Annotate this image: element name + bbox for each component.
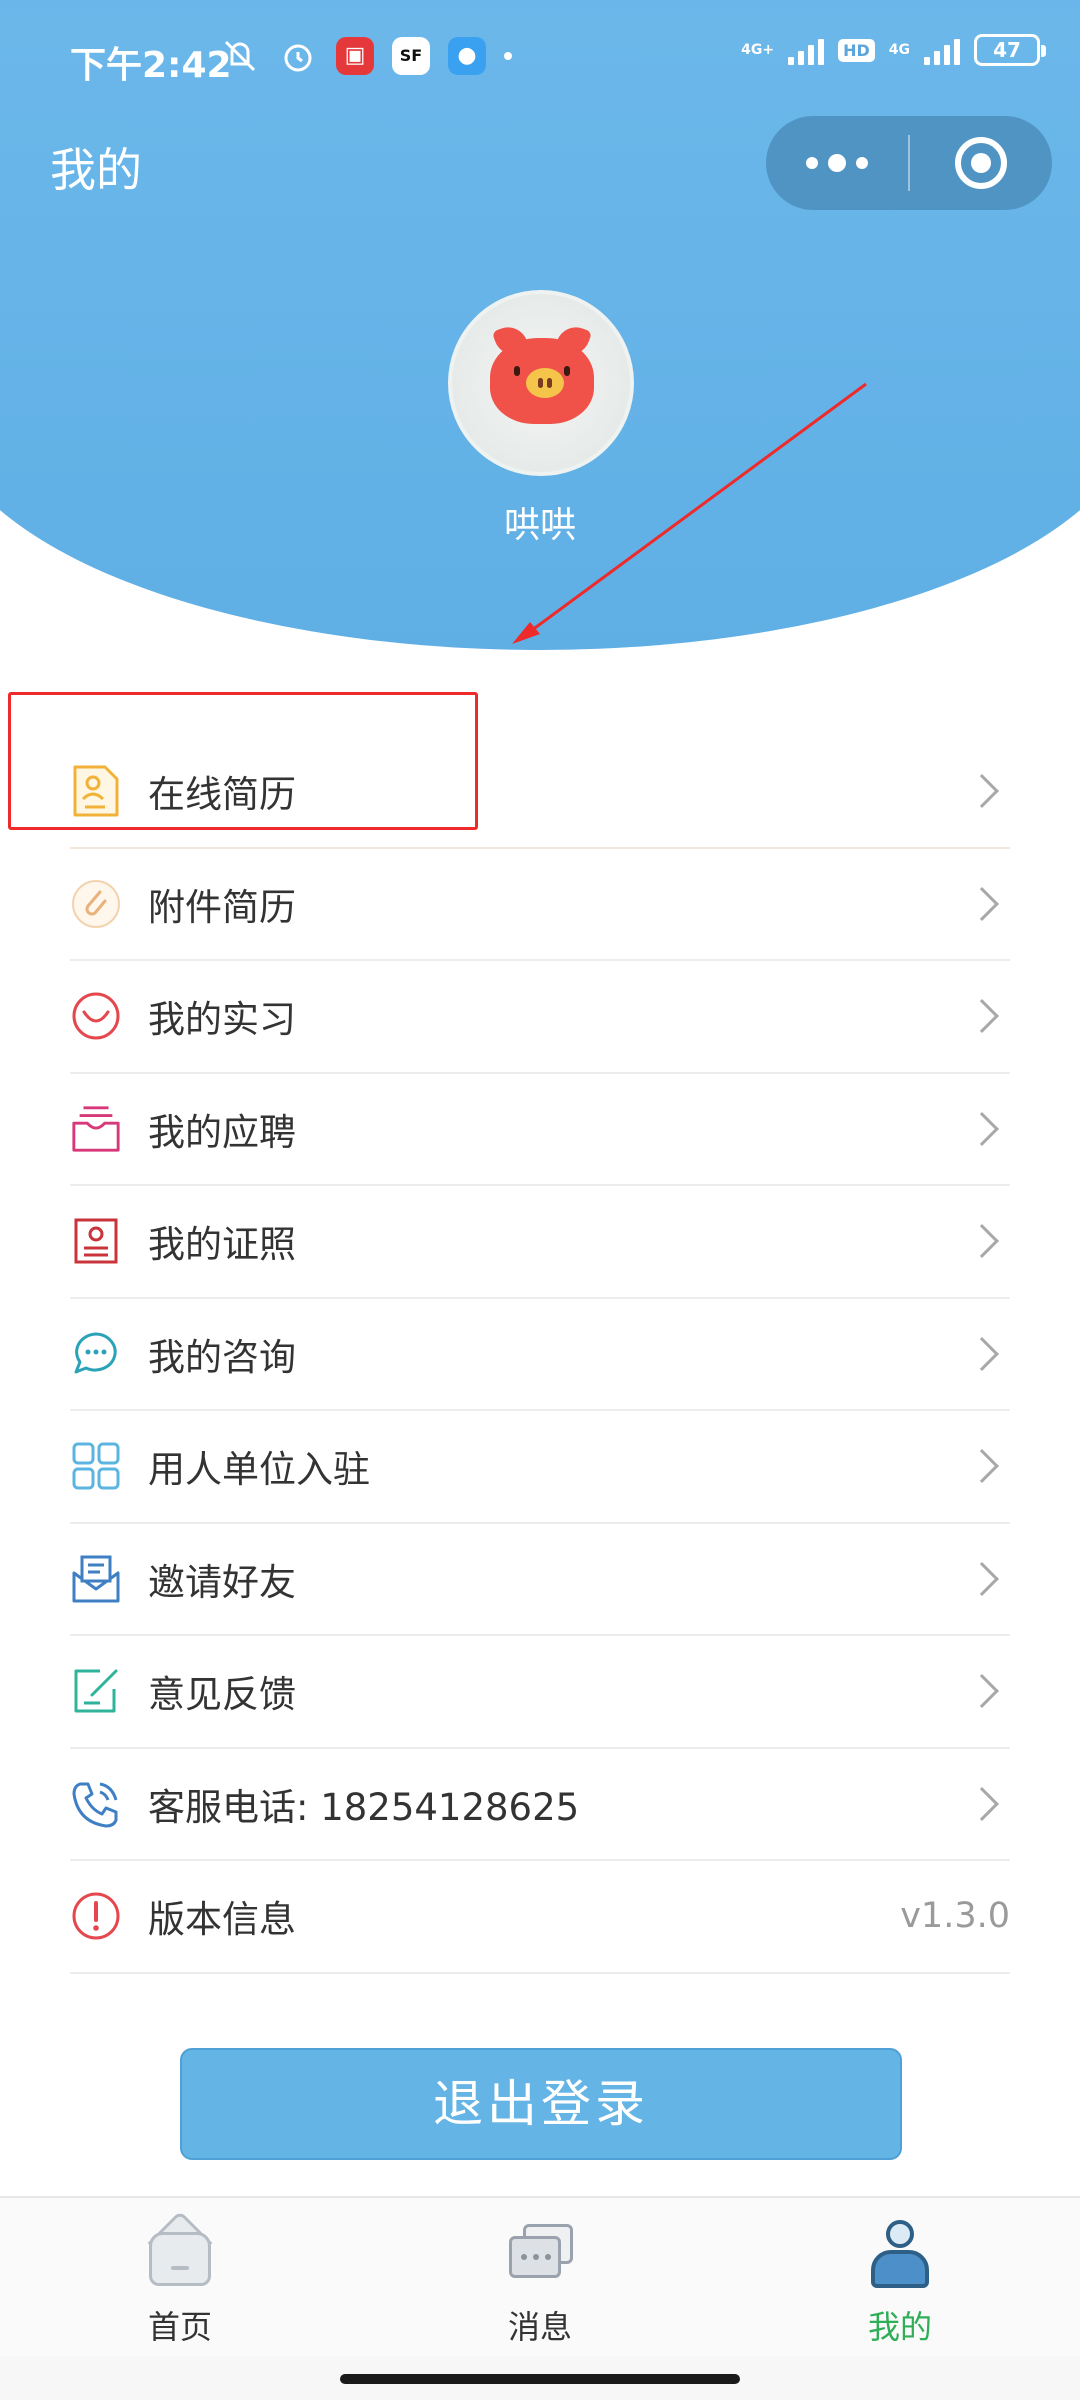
- username: 哄哄: [503, 505, 576, 546]
- menu-item-label: 用人单位入驻: [148, 1448, 370, 1492]
- menu-item-label: 我的应聘: [148, 1110, 296, 1154]
- tab-label: 我的: [867, 2308, 932, 2346]
- tab-label: 消息: [507, 2308, 572, 2346]
- status-time: 下午2:42: [70, 45, 232, 86]
- menu-item-my-consultations[interactable]: 我的咨询: [70, 1299, 1010, 1411]
- more-menu-button[interactable]: [766, 116, 908, 210]
- home-indicator[interactable]: [340, 2374, 740, 2384]
- menu-item-label: 我的咨询: [148, 1335, 296, 1379]
- menu-item-my-internship[interactable]: 我的实习: [70, 961, 1010, 1074]
- version-value: v1.3.0: [900, 1896, 1010, 1937]
- menu-list: 在线简历 附件简历 我的实习 我的应聘 我的证照 我的咨询 用人单位入驻 邀请好…: [70, 736, 1010, 1974]
- chevron-right-icon: [965, 1111, 999, 1146]
- menu-item-label: 我的证照: [148, 1223, 296, 1267]
- status-right: 4G+ HD 4G 47: [741, 34, 1046, 66]
- chevron-right-icon: [965, 999, 999, 1034]
- profile-icon: [865, 2220, 935, 2290]
- menu-item-label: 邀请好友: [148, 1560, 296, 1604]
- more-notifications-dot: [504, 52, 512, 60]
- menu-item-employer-registration[interactable]: 用人单位入驻: [70, 1411, 1010, 1524]
- menu-item-version-info[interactable]: 版本信息 v1.3.0: [70, 1861, 1010, 1974]
- target-icon: [955, 137, 1007, 189]
- menu-item-label: 客服电话: 18254128625: [148, 1785, 580, 1829]
- network-type-1: 4G+: [741, 42, 775, 58]
- sf-express-icon: SF: [392, 37, 430, 75]
- feedback-icon: [70, 1665, 122, 1717]
- internship-icon: [70, 990, 122, 1042]
- menu-item-attachment-resume[interactable]: 附件简历: [70, 849, 1010, 961]
- miniprogram-capsule: [766, 116, 1052, 210]
- phone-icon: [70, 1778, 122, 1830]
- home-icon: [145, 2210, 215, 2290]
- chevron-right-icon: [965, 1336, 999, 1371]
- mute-icon: [224, 40, 256, 72]
- alarm-icon: [284, 44, 312, 72]
- app-red-icon: ▣: [336, 37, 374, 75]
- consult-icon: [70, 1328, 122, 1380]
- chevron-right-icon: [965, 1449, 999, 1484]
- avatar[interactable]: [448, 290, 634, 476]
- chevron-right-icon: [965, 1786, 999, 1821]
- tab-profile[interactable]: 我的: [720, 2198, 1080, 2356]
- attachment-icon: [70, 878, 122, 930]
- signal-icon: [788, 35, 825, 65]
- info-icon: [70, 1890, 122, 1942]
- menu-item-my-certificates[interactable]: 我的证照: [70, 1186, 1010, 1299]
- menu-item-label: 意见反馈: [148, 1673, 296, 1717]
- menu-item-label: 附件简历: [148, 885, 296, 929]
- close-miniprogram-button[interactable]: [910, 116, 1052, 210]
- menu-item-label: 版本信息: [148, 1898, 296, 1942]
- annotation-highlight-box: [8, 692, 478, 830]
- logout-button[interactable]: 退出登录: [180, 2048, 902, 2160]
- menu-item-customer-service-phone[interactable]: 客服电话: 18254128625: [70, 1749, 1010, 1861]
- chevron-right-icon: [965, 1561, 999, 1596]
- application-icon: [70, 1103, 122, 1155]
- network-type-2: 4G: [888, 42, 910, 58]
- more-dot-icon: [806, 157, 818, 169]
- certificate-icon: [70, 1215, 122, 1267]
- menu-item-feedback[interactable]: 意见反馈: [70, 1636, 1010, 1749]
- tab-label: 首页: [147, 2308, 212, 2346]
- menu-item-my-applications[interactable]: 我的应聘: [70, 1074, 1010, 1186]
- chevron-right-icon: [965, 774, 999, 809]
- chevron-right-icon: [965, 1224, 999, 1259]
- employer-icon: [70, 1440, 122, 1492]
- signal-icon-2: [924, 35, 960, 65]
- status-icons: ▣ SF ●: [220, 36, 512, 76]
- message-icon: [505, 2220, 575, 2290]
- invite-icon: [70, 1553, 122, 1605]
- app-blue-icon: ●: [448, 37, 486, 75]
- tab-home[interactable]: 首页: [0, 2198, 360, 2356]
- profile-header: 下午2:42 ▣ SF ● 4G+ HD 4G 47 我的 哄哄: [0, 0, 1080, 660]
- status-bar: 下午2:42 ▣ SF ● 4G+ HD 4G 47: [0, 0, 1080, 118]
- pig-avatar-image: [490, 321, 594, 424]
- more-dot-icon: [828, 154, 846, 172]
- menu-item-invite-friends[interactable]: 邀请好友: [70, 1524, 1010, 1636]
- chevron-right-icon: [965, 1674, 999, 1709]
- bottom-tab-bar: 首页 消息 我的: [0, 2196, 1080, 2356]
- chevron-right-icon: [965, 886, 999, 921]
- more-dot-icon: [856, 157, 868, 169]
- menu-item-label: 我的实习: [148, 998, 296, 1042]
- hd-badge: HD: [838, 38, 875, 62]
- tab-messages[interactable]: 消息: [360, 2198, 720, 2356]
- page-title: 我的: [50, 143, 142, 197]
- battery-indicator: 47: [974, 34, 1046, 66]
